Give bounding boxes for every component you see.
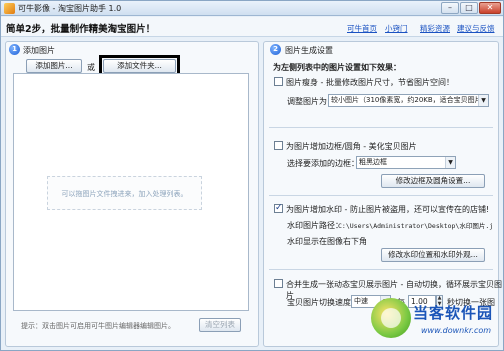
add-images-label: 添加图片: [23, 46, 55, 55]
watermark-path-label: 水印图片路径：: [287, 221, 343, 230]
slim-checkbox[interactable]: [274, 77, 283, 86]
title-bar[interactable]: 可牛影像 - 淘宝图片助手 1.0 – □ ✕: [1, 1, 503, 16]
border-choose-label: 选择要添加的边框：: [287, 159, 359, 168]
slim-label: 图片瘦身 - 批量修改图片尺寸，节省图片空间！: [286, 78, 454, 87]
divider: [269, 195, 493, 196]
page-title: 简单2步，批量制作精美淘宝图片！: [6, 24, 156, 35]
watermark-checkbox[interactable]: [274, 203, 283, 213]
site-watermark: 当客软件园 www.downkr.com: [371, 296, 503, 350]
border-checkbox[interactable]: [274, 141, 283, 150]
speed-select-value: 中速: [354, 297, 368, 305]
border-select-value: 粗黑边框: [359, 158, 387, 166]
site-watermark-name: 当客软件园: [413, 304, 494, 322]
window-title: 可牛影像 - 淘宝图片助手 1.0: [18, 4, 122, 13]
clear-list-button[interactable]: 清空列表: [199, 318, 241, 332]
step-two-badge: 2: [270, 44, 281, 55]
resize-label: 调整图片为: [287, 97, 327, 106]
minimize-button[interactable]: –: [441, 2, 459, 14]
resize-select-value: 较小图片（310像素宽，约20KB，适合宝贝图片）: [331, 96, 489, 104]
animate-checkbox[interactable]: [274, 279, 283, 288]
border-select[interactable]: 粗黑边框 ▼: [356, 156, 456, 169]
site-watermark-url: www.downkr.com: [421, 326, 492, 335]
edit-border-button[interactable]: 修改边框及圆角设置...: [381, 174, 485, 188]
add-image-button[interactable]: 添加图片...: [26, 59, 82, 73]
output-settings-label: 图片生成设置: [285, 46, 333, 55]
chevron-down-icon: ▼: [445, 157, 455, 168]
edit-watermark-button[interactable]: 修改水印位置和水印外观...: [381, 248, 485, 262]
border-label: 为图片增加边框/圆角 - 美化宝贝图片: [286, 142, 417, 151]
link-tips[interactable]: 小窍门: [385, 23, 408, 34]
link-resources[interactable]: 精彩资源: [420, 23, 450, 34]
tip-text: 提示：双击图片可启用可牛图片编辑器编辑图片。: [21, 322, 175, 330]
maximize-button[interactable]: □: [460, 2, 478, 14]
divider: [269, 269, 493, 270]
page-header: 简单2步，批量制作精美淘宝图片！ 可牛首页 小窍门 精彩资源 建议与反馈: [1, 17, 503, 37]
chevron-down-icon: ▼: [478, 95, 488, 106]
watermark-path-value: C:\Users\Administrator\Desktop\水印图片.j: [338, 222, 494, 230]
or-text: 或: [87, 63, 95, 72]
divider: [269, 127, 493, 128]
app-logo-icon: [4, 3, 15, 14]
close-button[interactable]: ✕: [479, 2, 501, 14]
watermark-position-text: 水印显示在图像右下角: [287, 237, 367, 246]
resize-select[interactable]: 较小图片（310像素宽，约20KB，适合宝贝图片） ▼: [328, 94, 489, 107]
image-drop-area[interactable]: 可以拖图片文件拽进来，加入处理列表。: [13, 73, 249, 311]
switch-speed-label: 宝贝图片切换速度：: [287, 298, 359, 307]
step-one-badge: 1: [9, 44, 20, 55]
site-logo-icon: [371, 298, 411, 338]
link-home[interactable]: 可牛首页: [347, 23, 377, 34]
watermark-label: 为图片增加水印 - 防止图片被盗用，还可以宣传在的店铺!: [286, 205, 490, 214]
settings-intro: 为左侧列表中的图片设置如下效果：: [273, 63, 401, 72]
drop-hint-box: 可以拖图片文件拽进来，加入处理列表。: [47, 176, 202, 210]
app-window: 可牛影像 - 淘宝图片助手 1.0 – □ ✕ 简单2步，批量制作精美淘宝图片！…: [0, 0, 504, 351]
drop-hint-text: 可以拖图片文件拽进来，加入处理列表。: [61, 190, 188, 198]
link-feedback[interactable]: 建议与反馈: [457, 23, 495, 34]
